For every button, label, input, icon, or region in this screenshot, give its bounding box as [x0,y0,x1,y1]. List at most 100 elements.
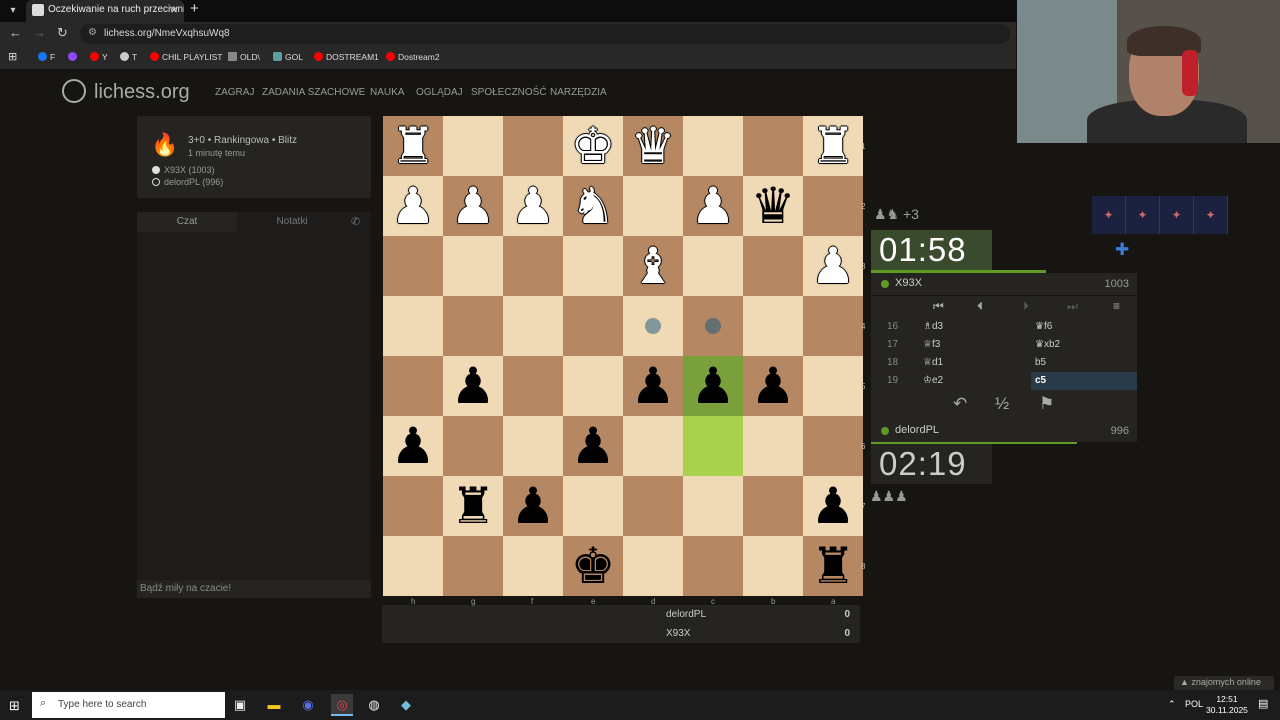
nav-puzzles[interactable]: ZADANIA SZACHOWE [262,87,365,98]
phone-icon[interactable]: ✆ [351,215,360,228]
resign-flag-icon[interactable]: ⚑ [1039,394,1054,414]
tab-notes[interactable]: Notatki [237,212,347,232]
square-b6[interactable] [743,416,803,476]
menu-icon[interactable]: ≡ [1113,299,1120,313]
chrome-icon[interactable]: ◎ [331,694,353,716]
nav-watch[interactable]: OGLĄDAJ [416,87,463,98]
bookmark-dostream2[interactable]: Dostream2 [386,52,440,62]
site-logo[interactable]: lichess.org [62,79,190,104]
square-f8[interactable] [503,536,563,596]
black-piece-b5[interactable]: ♟ [743,356,803,416]
square-a5[interactable] [803,356,863,416]
tray-chevron-icon[interactable]: ⌃ [1168,699,1176,710]
back-icon[interactable]: ← [9,25,22,40]
square-h5[interactable] [383,356,443,416]
white-piece-g2[interactable]: ♟ [443,176,503,236]
move-dest-dot[interactable] [645,318,661,334]
square-e5[interactable] [563,356,623,416]
square-f6[interactable] [503,416,563,476]
top-player[interactable]: X93X 1003 [871,273,1137,295]
bookmark-x[interactable]: T [120,52,137,62]
square-e7[interactable] [563,476,623,536]
bottom-player[interactable]: delordPL 996 [871,420,1137,442]
forward-icon[interactable]: → [33,25,46,40]
nav-learn[interactable]: NAUKA [370,87,404,98]
chess-board[interactable]: ♜ ♚ ♛ ♜ ♟ ♟ ♟ ♞ ♟ ♛ ♝ ♟ ♟ ♟ ♟ ♟ ♟ ♟ ♜ ♟ ♟ ♚ ♜ 1 2 3 4 5 6 7 8 h g f e d c b a [383,116,865,606]
bookmark-gol[interactable]: GOL [273,52,303,62]
black-piece-g7[interactable]: ♜ [443,476,503,536]
square-e3[interactable] [563,236,623,296]
white-piece-d3[interactable]: ♝ [623,236,683,296]
square-d8[interactable] [623,536,683,596]
square-d7[interactable] [623,476,683,536]
nav-community[interactable]: SPOŁECZNOŚĆ [471,87,547,98]
square-f1[interactable] [503,116,563,176]
square-b4[interactable] [743,296,803,356]
input-language[interactable]: POL [1185,699,1203,709]
tab-chat[interactable]: Czat [137,212,237,232]
white-piece-c2[interactable]: ♟ [683,176,743,236]
windows-start-icon[interactable]: ⊞ [9,698,20,714]
black-piece-a8[interactable]: ♜ [803,536,863,596]
new-tab-icon[interactable]: + [190,0,199,17]
friends-online-button[interactable]: ▲ znajomych online [1174,676,1274,690]
square-h7[interactable] [383,476,443,536]
square-g6[interactable] [443,416,503,476]
bookmark-chil-playlist[interactable]: CHIL PLAYLIST [150,52,222,62]
square-g1[interactable] [443,116,503,176]
move-dest-dot[interactable] [705,318,721,334]
white-piece-d1[interactable]: ♛ [623,116,683,176]
file-explorer-icon[interactable]: ▬ [263,694,285,716]
black-piece-b2[interactable]: ♛ [743,176,803,236]
white-piece-h2[interactable]: ♟ [383,176,443,236]
white-player-link[interactable]: X93X (1003) [152,165,215,175]
chat-input[interactable]: Bądź miły na czacie! [137,580,371,598]
active-tab[interactable]: Oczekiwanie na ruch przeciwnika × [26,0,184,22]
prev-move-icon[interactable]: ⏴ [977,299,983,314]
white-piece-a1[interactable]: ♜ [803,116,863,176]
white-piece-e1[interactable]: ♚ [563,116,623,176]
black-piece-e6[interactable]: ♟ [563,416,623,476]
bookmark-twitch[interactable] [68,52,80,62]
add-time-icon[interactable]: ✚ [1115,240,1129,260]
discord-icon[interactable]: ◉ [297,694,319,716]
square-a4[interactable] [803,296,863,356]
bookmark-folder-old[interactable]: OLD\ [228,52,260,62]
square-f3[interactable] [503,236,563,296]
nav-play[interactable]: ZAGRAJ [215,87,254,98]
nav-tools[interactable]: NARZĘDZIA [550,87,607,98]
obs-icon[interactable]: ◍ [363,694,385,716]
black-piece-d5[interactable]: ♟ [623,356,683,416]
square-b8[interactable] [743,536,803,596]
square-e4[interactable] [563,296,623,356]
white-piece-h1[interactable]: ♜ [383,116,443,176]
black-piece-f7[interactable]: ♟ [503,476,563,536]
square-d6[interactable] [623,416,683,476]
square-b3[interactable] [743,236,803,296]
square-a6[interactable] [803,416,863,476]
app-icon[interactable]: ◆ [395,694,417,716]
black-piece-e8[interactable]: ♚ [563,536,623,596]
square-c1[interactable] [683,116,743,176]
offer-draw-button[interactable]: ½ [995,394,1009,414]
square-h4[interactable] [383,296,443,356]
square-c6[interactable] [683,416,743,476]
black-piece-h6[interactable]: ♟ [383,416,443,476]
square-g3[interactable] [443,236,503,296]
square-f4[interactable] [503,296,563,356]
white-piece-e2[interactable]: ♞ [563,176,623,236]
square-g8[interactable] [443,536,503,596]
black-piece-g5[interactable]: ♟ [443,356,503,416]
close-tab-icon[interactable]: × [170,2,178,17]
square-a2[interactable] [803,176,863,236]
apps-grid-icon[interactable]: ⊞ [8,50,17,63]
bookmark-youtube[interactable]: Y [90,52,108,62]
square-c8[interactable] [683,536,743,596]
white-piece-a3[interactable]: ♟ [803,236,863,296]
black-player-link[interactable]: delordPL (996) [152,177,223,187]
square-d2[interactable] [623,176,683,236]
bookmark-facebook[interactable]: F [38,52,55,62]
black-piece-c5[interactable]: ♟ [683,356,743,416]
current-move[interactable]: c5 [1031,372,1137,390]
square-g4[interactable] [443,296,503,356]
